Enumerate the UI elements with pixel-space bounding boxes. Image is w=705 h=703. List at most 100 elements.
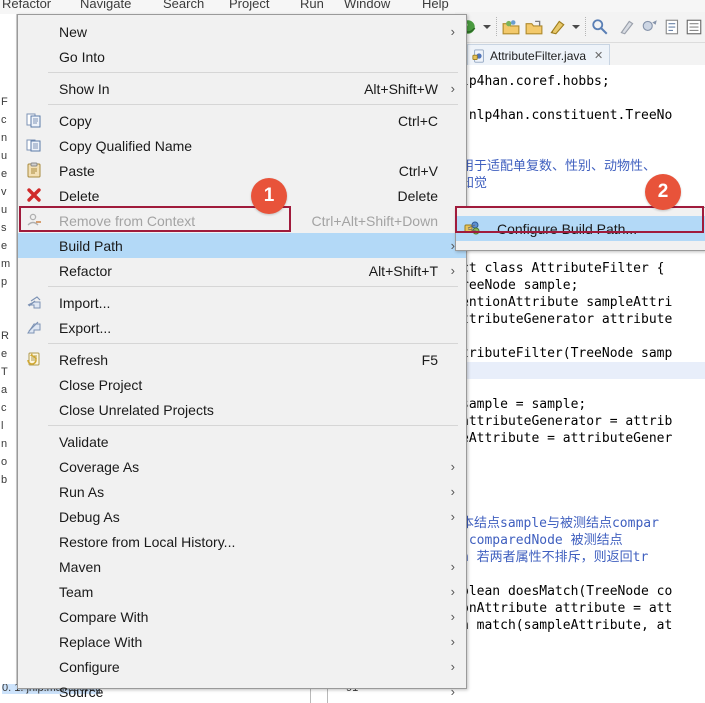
code-editor[interactable]: lp4han.coref.hobbs; .nlp4han.constituent.…: [455, 65, 705, 685]
menubar-item-navigate[interactable]: Navigate: [80, 0, 131, 11]
menubar-item-refactor[interactable]: Refactor: [2, 0, 51, 11]
menu-item-label: Configure: [59, 658, 120, 675]
explorer-row[interactable]: n: [1, 132, 7, 144]
explorer-row[interactable]: v: [1, 186, 7, 198]
menu-item-label: Debug As: [59, 508, 120, 525]
menu-item-refresh[interactable]: Refresh F5: [18, 347, 466, 372]
menu-item-import[interactable]: Import...: [18, 290, 466, 315]
next-annotation-icon[interactable]: [641, 18, 659, 36]
open-folder-icon[interactable]: [502, 18, 520, 36]
context-menu[interactable]: New › Go Into Show In Alt+Shift+W › Copy Ctrl+C…: [17, 14, 467, 700]
menu-item-refactor[interactable]: Refactor Alt+Shift+T ›: [18, 258, 466, 283]
menu-item-close-unrelated-projects[interactable]: Close Unrelated Projects: [18, 397, 466, 422]
menu-item-shortcut: Ctrl+V: [398, 162, 438, 179]
code-line: comparedNode 被测结点: [461, 533, 623, 548]
menubar-item-project[interactable]: Project: [229, 0, 269, 11]
menu-item-paste[interactable]: Paste Ctrl+V: [18, 158, 466, 183]
code-line: 本结点sample与被测结点compar: [461, 516, 659, 531]
explorer-row[interactable]: F: [1, 96, 8, 108]
open-type-icon[interactable]: [525, 18, 543, 36]
explorer-row[interactable]: c: [1, 402, 7, 414]
explorer-row[interactable]: p: [1, 276, 7, 288]
explorer-row[interactable]: u: [1, 204, 7, 216]
code-line: .nlp4han.constituent.TreeNo: [461, 108, 673, 123]
debug-dropdown-arrow[interactable]: [483, 25, 491, 29]
menu-item-copy-qualified-name[interactable]: Copy Qualified Name: [18, 133, 466, 158]
editor-tab-label: AttributeFilter.java: [490, 48, 587, 63]
explorer-row[interactable]: c: [1, 114, 7, 126]
menu-item-debug-as[interactable]: Debug As ›: [18, 504, 466, 529]
chevron-right-icon: ›: [450, 263, 455, 278]
menu-item-export[interactable]: Export...: [18, 315, 466, 340]
menu-item-label: Source: [59, 683, 104, 700]
explorer-row[interactable]: a: [1, 384, 7, 396]
menu-item-source[interactable]: Source ›: [18, 679, 466, 703]
menu-separator: [48, 72, 458, 73]
explorer-row[interactable]: e: [1, 240, 7, 252]
submenu-item-configure-build-path[interactable]: Configure Build Path...: [456, 216, 705, 241]
chevron-right-icon: ›: [450, 459, 455, 474]
menu-item-run-as[interactable]: Run As ›: [18, 479, 466, 504]
menu-item-label: Copy Qualified Name: [59, 137, 193, 154]
explorer-row[interactable]: l: [1, 420, 3, 432]
code-line: lp4han.coref.hobbs;: [461, 74, 610, 89]
explorer-row[interactable]: e: [1, 348, 7, 360]
chevron-right-icon: ›: [450, 659, 455, 674]
menubar-item-run[interactable]: Run: [300, 0, 324, 11]
menu-item-team[interactable]: Team ›: [18, 579, 466, 604]
explorer-row[interactable]: s: [1, 222, 7, 234]
show-whitespace-icon[interactable]: [685, 18, 703, 36]
explorer-row[interactable]: u: [1, 150, 7, 162]
refresh-icon: [27, 352, 40, 366]
menu-item-build-path[interactable]: Build Path ›: [18, 233, 466, 258]
menu-item-label: Close Unrelated Projects: [59, 401, 214, 418]
code-line: n match(sampleAttribute, at: [461, 618, 673, 633]
menu-item-label: New: [59, 23, 88, 40]
menu-item-replace-with[interactable]: Replace With ›: [18, 629, 466, 654]
explorer-row[interactable]: m: [1, 258, 10, 270]
menu-item-restore-from-local-history[interactable]: Restore from Local History...: [18, 529, 466, 554]
code-line: 用于适配单复数、性别、动物性、: [461, 159, 657, 174]
java-file-icon: [472, 48, 484, 63]
explorer-row[interactable]: b: [1, 474, 7, 486]
menu-item-show-in[interactable]: Show In Alt+Shift+W ›: [18, 76, 466, 101]
explorer-row[interactable]: o: [1, 456, 7, 468]
menubar-item-window[interactable]: Window: [344, 0, 390, 11]
new-java-element-icon[interactable]: [548, 18, 566, 36]
menu-item-delete[interactable]: Delete Delete: [18, 183, 466, 208]
menu-item-validate[interactable]: Validate: [18, 429, 466, 454]
search-type-icon[interactable]: [591, 18, 609, 36]
paste-icon: [27, 162, 41, 178]
menu-item-label: Restore from Local History...: [59, 533, 236, 550]
menu-item-coverage-as[interactable]: Coverage As ›: [18, 454, 466, 479]
menubar-item-help[interactable]: Help: [422, 0, 449, 11]
menu-item-compare-with[interactable]: Compare With ›: [18, 604, 466, 629]
build-path-submenu[interactable]: Configure Build Path...: [455, 207, 705, 251]
package-explorer-sliver[interactable]: FcnuevusempReTaclnob: [0, 14, 17, 703]
menu-item-close-project[interactable]: Close Project: [18, 372, 466, 397]
explorer-row[interactable]: R: [1, 330, 9, 342]
menu-item-configure[interactable]: Configure ›: [18, 654, 466, 679]
toggle-mark-occurrences-icon[interactable]: [664, 18, 682, 36]
explorer-row[interactable]: e: [1, 168, 7, 180]
menu-item-maven[interactable]: Maven ›: [18, 554, 466, 579]
menu-item-label: Copy: [59, 112, 92, 129]
export-icon: [27, 321, 41, 334]
tab-close-icon[interactable]: ✕: [594, 49, 603, 62]
explorer-row[interactable]: n: [1, 438, 7, 450]
chevron-right-icon: ›: [450, 559, 455, 574]
editor-tab-attributefilter[interactable]: AttributeFilter.java ✕: [467, 44, 611, 66]
import-icon: [27, 296, 41, 309]
menubar-item-search[interactable]: Search: [163, 0, 204, 11]
new-element-dropdown-arrow[interactable]: [572, 25, 580, 29]
submenu-item-label: Configure Build Path...: [497, 220, 638, 237]
menu-item-go-into[interactable]: Go Into: [18, 44, 466, 69]
last-edit-icon[interactable]: [618, 18, 636, 36]
menu-item-label: Replace With: [59, 633, 143, 650]
annotation-badge-2: 2: [645, 174, 681, 210]
menu-item-new[interactable]: New ›: [18, 19, 466, 44]
explorer-row[interactable]: T: [1, 366, 8, 378]
copy-qualified-icon: [26, 139, 41, 152]
chevron-right-icon: ›: [450, 634, 455, 649]
menu-item-copy[interactable]: Copy Ctrl+C: [18, 108, 466, 133]
